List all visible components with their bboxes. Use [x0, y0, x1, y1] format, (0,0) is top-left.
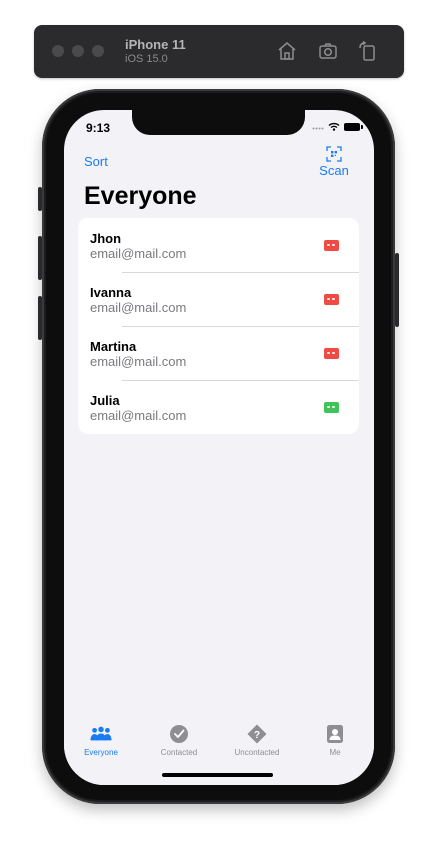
- contact-list: Jhon email@mail.com Ivanna email@mail.co…: [78, 218, 359, 434]
- rotate-icon[interactable]: [356, 39, 380, 63]
- person-square-icon: [327, 725, 343, 743]
- power-button: [395, 253, 399, 327]
- contact-email: email@mail.com: [90, 300, 187, 315]
- battery-icon: [344, 122, 363, 131]
- scan-label: Scan: [319, 163, 349, 178]
- mute-switch: [38, 187, 42, 211]
- tab-everyone[interactable]: Everyone: [66, 724, 136, 757]
- contact-email: email@mail.com: [90, 246, 187, 261]
- question-diamond-icon: ?: [247, 724, 267, 744]
- simulator-device-name: iPhone 11: [125, 37, 186, 52]
- contact-row[interactable]: Ivanna email@mail.com: [78, 272, 359, 326]
- tab-me[interactable]: Me: [300, 724, 370, 757]
- contact-name: Martina: [90, 339, 137, 354]
- home-icon[interactable]: [275, 39, 299, 63]
- window-close-button[interactable]: [52, 45, 64, 57]
- tab-label: Me: [329, 748, 341, 757]
- tab-bar: Everyone Contacted ? Uncontacted Me: [64, 710, 374, 785]
- status-card-icon: [324, 402, 339, 413]
- simulator-title-bar: iPhone 11 iOS 15.0: [34, 25, 404, 78]
- notch: [132, 110, 305, 135]
- contact-row[interactable]: Martina email@mail.com: [78, 326, 359, 380]
- status-card-icon: [324, 240, 339, 251]
- svg-text:?: ?: [254, 730, 260, 741]
- page-title: Everyone: [84, 182, 197, 210]
- home-indicator: [162, 773, 273, 777]
- contact-name: Julia: [90, 393, 120, 408]
- volume-down-button: [38, 296, 42, 340]
- tab-contacted[interactable]: Contacted: [144, 724, 214, 757]
- contact-row[interactable]: Jhon email@mail.com: [78, 218, 359, 272]
- people-icon: [90, 726, 112, 741]
- contact-email: email@mail.com: [90, 354, 187, 369]
- screenshot-icon[interactable]: [316, 39, 340, 63]
- tab-label: Everyone: [84, 748, 118, 757]
- status-icons: [312, 122, 363, 131]
- volume-up-button: [38, 236, 42, 280]
- simulator-os-version: iOS 15.0: [125, 53, 168, 65]
- tab-uncontacted[interactable]: ? Uncontacted: [222, 724, 292, 757]
- contact-email: email@mail.com: [90, 408, 187, 423]
- wifi-icon: [328, 122, 340, 131]
- tab-label: Contacted: [160, 748, 198, 757]
- contact-row[interactable]: Julia email@mail.com: [78, 380, 359, 434]
- contact-name: Ivanna: [90, 285, 132, 300]
- window-minimize-button[interactable]: [72, 45, 84, 57]
- phone-screen: 9:13 Sort Scan Everyone Jhon email@mail.…: [64, 110, 374, 785]
- qr-scan-icon: [326, 146, 342, 162]
- window-zoom-button[interactable]: [92, 45, 104, 57]
- tab-label: Uncontacted: [234, 748, 280, 757]
- status-card-icon: [324, 294, 339, 305]
- checkmark-circle-icon: [170, 725, 188, 743]
- status-time: 9:13: [86, 121, 111, 135]
- scan-button[interactable]: Scan: [314, 146, 354, 178]
- cellular-icon: [312, 127, 324, 129]
- contact-name: Jhon: [90, 231, 122, 246]
- sort-button[interactable]: Sort: [84, 154, 108, 169]
- status-card-icon: [324, 348, 339, 359]
